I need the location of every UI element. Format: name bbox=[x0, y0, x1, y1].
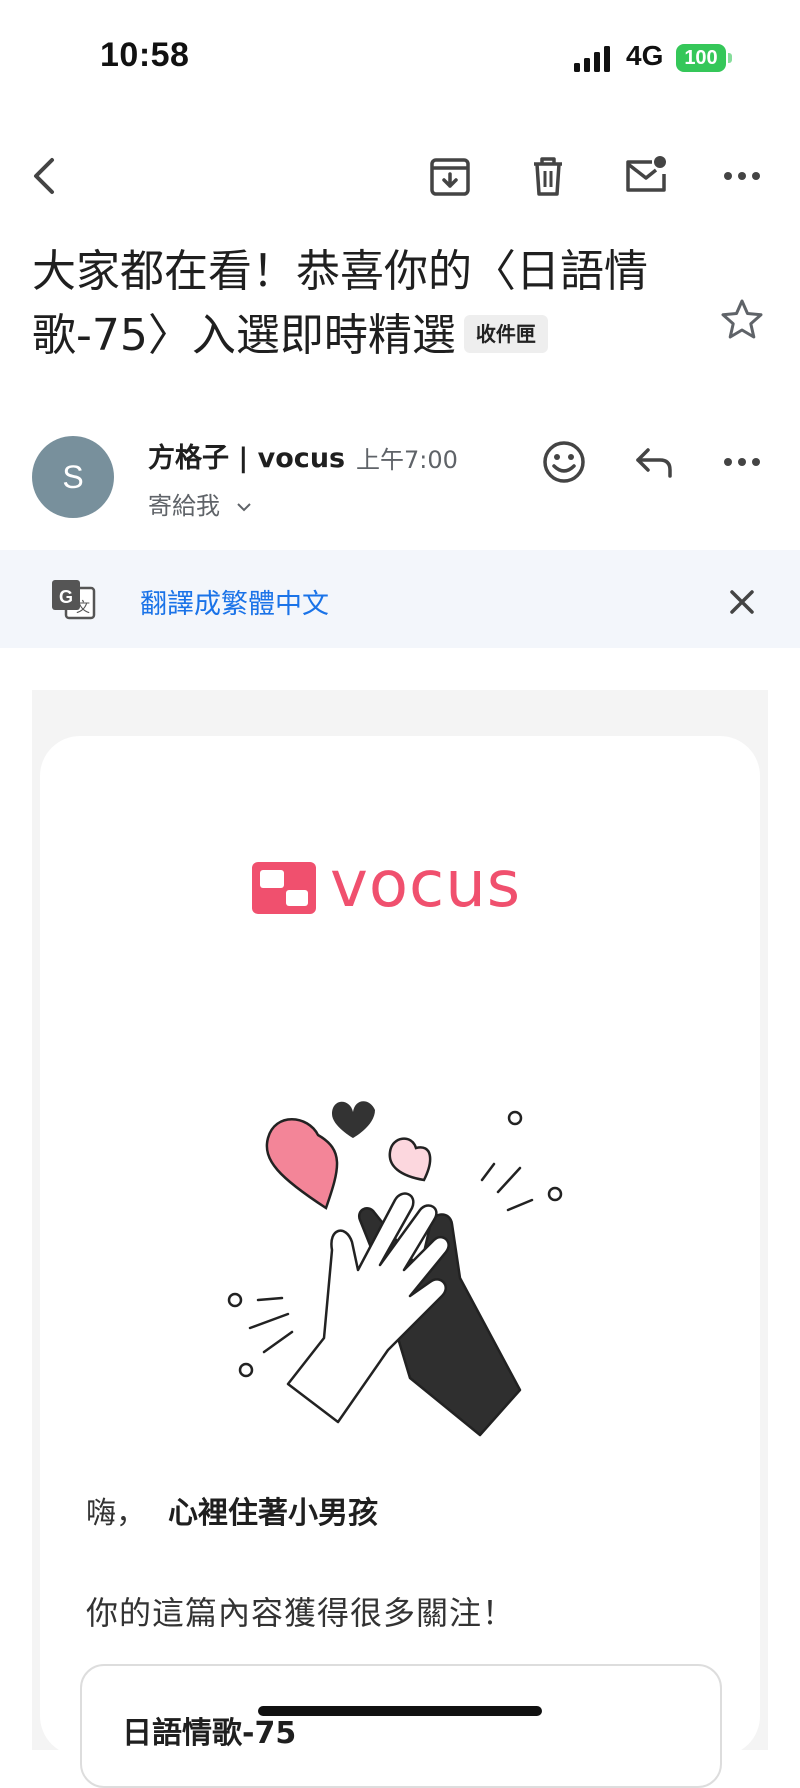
translate-bar bbox=[0, 550, 800, 648]
home-indicator[interactable] bbox=[258, 1706, 542, 1716]
back-button[interactable] bbox=[22, 152, 70, 200]
chevron-down-icon bbox=[236, 503, 251, 512]
trash-icon[interactable] bbox=[524, 152, 572, 200]
more-horizontal-icon[interactable] bbox=[718, 152, 766, 200]
recipient-toggle[interactable]: 寄給我 bbox=[148, 486, 252, 521]
network-type: 4G bbox=[626, 40, 664, 71]
archive-icon[interactable] bbox=[426, 152, 474, 200]
sender-name: 方格子 | vocus bbox=[148, 443, 346, 474]
vocus-logo-icon bbox=[252, 862, 316, 914]
mail-unread-icon[interactable] bbox=[622, 152, 670, 200]
svg-text:文: 文 bbox=[76, 600, 90, 616]
sent-time: 上午7:00 bbox=[356, 446, 458, 474]
reply-icon[interactable] bbox=[630, 438, 678, 486]
emoji-reaction-icon[interactable] bbox=[540, 438, 588, 486]
star-icon[interactable] bbox=[718, 296, 766, 344]
close-icon[interactable] bbox=[724, 584, 760, 620]
translate-link[interactable]: 翻譯成繁體中文 bbox=[140, 582, 329, 621]
greeting: 嗨， bbox=[86, 1496, 146, 1531]
battery-tip bbox=[728, 53, 732, 63]
email-subject: 大家都在看！恭喜你的〈日語情歌-75〉入選即時精選 收件匣 bbox=[32, 240, 672, 368]
status-time: 10:58 bbox=[100, 36, 190, 74]
more-options-icon[interactable] bbox=[718, 438, 766, 486]
subject-text: 大家都在看！恭喜你的〈日語情歌-75〉入選即時精選 bbox=[32, 246, 648, 361]
inbox-label[interactable]: 收件匣 bbox=[463, 315, 548, 353]
translate-icon: G 文 bbox=[52, 580, 96, 620]
signal-icon bbox=[574, 46, 610, 72]
svg-text:G: G bbox=[59, 587, 73, 607]
user-name: 心裡住著小男孩 bbox=[168, 1496, 378, 1531]
notification-message: 你的這篇內容獲得很多關注！ bbox=[86, 1594, 516, 1632]
recipient-text: 寄給我 bbox=[148, 492, 220, 520]
avatar[interactable]: S bbox=[32, 436, 114, 518]
high-five-hearts-illustration bbox=[227, 1101, 563, 1437]
battery-indicator: 100 bbox=[676, 44, 726, 72]
vocus-logo-text: vocus bbox=[330, 848, 522, 922]
